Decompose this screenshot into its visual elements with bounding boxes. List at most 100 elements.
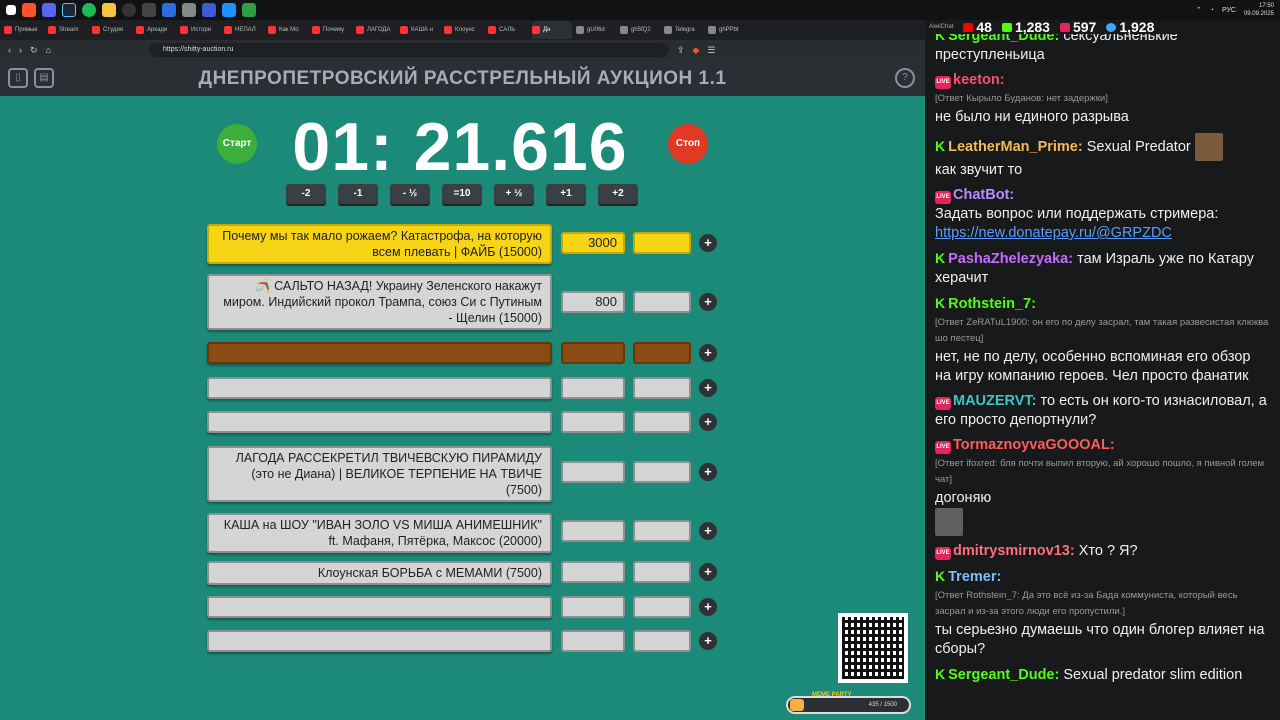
- steam-taskbar-icon[interactable]: [62, 3, 76, 17]
- lot-plus-button[interactable]: +: [699, 563, 717, 581]
- lot-add-amount-input[interactable]: [633, 411, 691, 433]
- lot-add-amount-input[interactable]: [633, 377, 691, 399]
- browser-tab[interactable]: САЛЬ: [488, 21, 528, 39]
- lot-add-amount-input[interactable]: [633, 291, 691, 313]
- app-taskbar-icon-2[interactable]: [162, 3, 176, 17]
- lot-amount-input[interactable]: 3000: [561, 232, 625, 254]
- timer-adjust-button[interactable]: - ½: [390, 184, 430, 204]
- chat-username[interactable]: keeton:: [953, 72, 1005, 88]
- lot-add-amount-input[interactable]: [633, 520, 691, 542]
- timer-adjust-button[interactable]: + ½: [494, 184, 534, 204]
- tray-chevron-icon[interactable]: ⌃: [1196, 6, 1202, 14]
- browser-tab[interactable]: gh5fQ2: [620, 21, 660, 39]
- app-taskbar-icon-5[interactable]: [222, 3, 236, 17]
- obs-taskbar-icon[interactable]: [122, 3, 136, 17]
- stop-button[interactable]: Стоп: [668, 124, 708, 164]
- app-taskbar-icon-6[interactable]: [242, 3, 256, 17]
- lot-amount-input[interactable]: [561, 520, 625, 542]
- timer-adjust-button[interactable]: =10: [442, 184, 482, 204]
- chat-username[interactable]: ChatBot:: [953, 187, 1014, 203]
- browser-tab[interactable]: Как Мо: [268, 21, 308, 39]
- app-taskbar-icon[interactable]: [142, 3, 156, 17]
- lot-amount-input[interactable]: [561, 342, 625, 364]
- lot-plus-button[interactable]: +: [699, 598, 717, 616]
- lot-plus-button[interactable]: +: [699, 344, 717, 362]
- lot-add-amount-input[interactable]: [633, 630, 691, 652]
- lot-plus-button[interactable]: +: [699, 463, 717, 481]
- chat-username[interactable]: Sergeant_Dude:: [948, 667, 1059, 683]
- browser-tab[interactable]: КАША н: [400, 21, 440, 39]
- clock[interactable]: 17:50 09.09.2025: [1244, 2, 1274, 18]
- lot-name-input[interactable]: Клоунская БОРЬБА с МЕМАМИ (7500): [207, 561, 552, 585]
- chat-username[interactable]: PashaZhelezyaka:: [948, 251, 1073, 267]
- timer-adjust-button[interactable]: +2: [598, 184, 638, 204]
- chat-username[interactable]: LeatherMan_Prime:: [948, 139, 1083, 155]
- lot-name-input[interactable]: [207, 377, 552, 399]
- lot-amount-input[interactable]: [561, 461, 625, 483]
- timer-adjust-button[interactable]: +1: [546, 184, 586, 204]
- explorer-taskbar-icon[interactable]: [102, 3, 116, 17]
- windows-start-icon[interactable]: [6, 5, 16, 15]
- browser-tab[interactable]: НЕПАЛ: [224, 21, 264, 39]
- brave-shield-icon[interactable]: ◆: [693, 45, 700, 56]
- lot-add-amount-input[interactable]: [633, 596, 691, 618]
- chat-username[interactable]: Tremer:: [948, 569, 1001, 585]
- browser-tab[interactable]: Истори: [180, 21, 220, 39]
- lot-add-amount-input[interactable]: [633, 232, 691, 254]
- url-field[interactable]: https://shitty-auction.ru: [148, 43, 669, 57]
- start-button[interactable]: Старт: [217, 124, 257, 164]
- chat-username[interactable]: Rothstein_7:: [948, 296, 1036, 312]
- wifi-icon[interactable]: ◔: [1210, 7, 1214, 14]
- lot-plus-button[interactable]: +: [699, 413, 717, 431]
- browser-tab[interactable]: Дн: [532, 21, 572, 39]
- back-icon[interactable]: ‹: [8, 45, 11, 55]
- home-icon[interactable]: ⌂: [46, 45, 51, 55]
- spotify-taskbar-icon[interactable]: [82, 3, 96, 17]
- timer-adjust-button[interactable]: -1: [338, 184, 378, 204]
- lot-plus-button[interactable]: +: [699, 632, 717, 650]
- browser-tab[interactable]: Аркади: [136, 21, 176, 39]
- lot-add-amount-input[interactable]: [633, 461, 691, 483]
- lot-name-input[interactable]: [207, 596, 552, 618]
- browser-tab[interactable]: Stream: [48, 21, 88, 39]
- timer-adjust-button[interactable]: -2: [286, 184, 326, 204]
- forward-icon[interactable]: ›: [19, 45, 22, 55]
- donation-link[interactable]: https://new.donatepay.ru/@GRPZDC: [935, 224, 1270, 243]
- app-taskbar-icon-3[interactable]: [182, 3, 196, 17]
- lot-amount-input[interactable]: [561, 596, 625, 618]
- brave-taskbar-icon[interactable]: [22, 3, 36, 17]
- lot-plus-button[interactable]: +: [699, 293, 717, 311]
- chat-username[interactable]: MAUZERVT:: [953, 393, 1037, 409]
- lot-amount-input[interactable]: [561, 377, 625, 399]
- browser-tab[interactable]: ЛАГОДА: [356, 21, 396, 39]
- browser-tab[interactable]: Прямые: [4, 21, 44, 39]
- lot-amount-input[interactable]: [561, 561, 625, 583]
- lot-add-amount-input[interactable]: [633, 561, 691, 583]
- lot-name-input[interactable]: [207, 411, 552, 433]
- reload-icon[interactable]: ↻: [30, 45, 38, 56]
- share-icon[interactable]: ⇪: [677, 45, 685, 56]
- lot-name-input[interactable]: Почему мы так мало рожаем? Катастрофа, н…: [207, 224, 552, 264]
- lot-amount-input[interactable]: 800: [561, 291, 625, 313]
- lot-name-input[interactable]: 🪃 САЛЬТО НАЗАД! Украину Зеленского накаж…: [207, 274, 552, 330]
- lot-add-amount-input[interactable]: [633, 342, 691, 364]
- language-indicator[interactable]: РУС: [1222, 7, 1236, 14]
- browser-tab[interactable]: Почему: [312, 21, 352, 39]
- browser-tab[interactable]: ghPPbt: [708, 21, 748, 39]
- browser-tab[interactable]: Клоунс: [444, 21, 484, 39]
- lot-amount-input[interactable]: [561, 630, 625, 652]
- lot-name-input[interactable]: КАША на ШОУ "ИВАН ЗОЛО VS МИША АНИМЕШНИК…: [207, 513, 552, 553]
- lot-name-input[interactable]: ЛАГОДА РАССЕКРЕТИЛ ТВИЧЕВСКУЮ ПИРАМИДУ (…: [207, 446, 552, 502]
- discord-taskbar-icon[interactable]: [42, 3, 56, 17]
- browser-tab[interactable]: Telegra: [664, 21, 704, 39]
- browser-tab[interactable]: gU06d: [576, 21, 616, 39]
- lot-name-input[interactable]: [207, 342, 552, 364]
- chat-username[interactable]: dmitrysmirnov13:: [953, 543, 1075, 559]
- lot-plus-button[interactable]: +: [699, 234, 717, 252]
- extensions-icon[interactable]: ☰: [707, 45, 715, 56]
- lot-plus-button[interactable]: +: [699, 379, 717, 397]
- browser-tab[interactable]: Студия: [92, 21, 132, 39]
- chat-username[interactable]: TormaznoyvaGOOOAL:: [953, 437, 1115, 453]
- app-taskbar-icon-4[interactable]: [202, 3, 216, 17]
- lot-amount-input[interactable]: [561, 411, 625, 433]
